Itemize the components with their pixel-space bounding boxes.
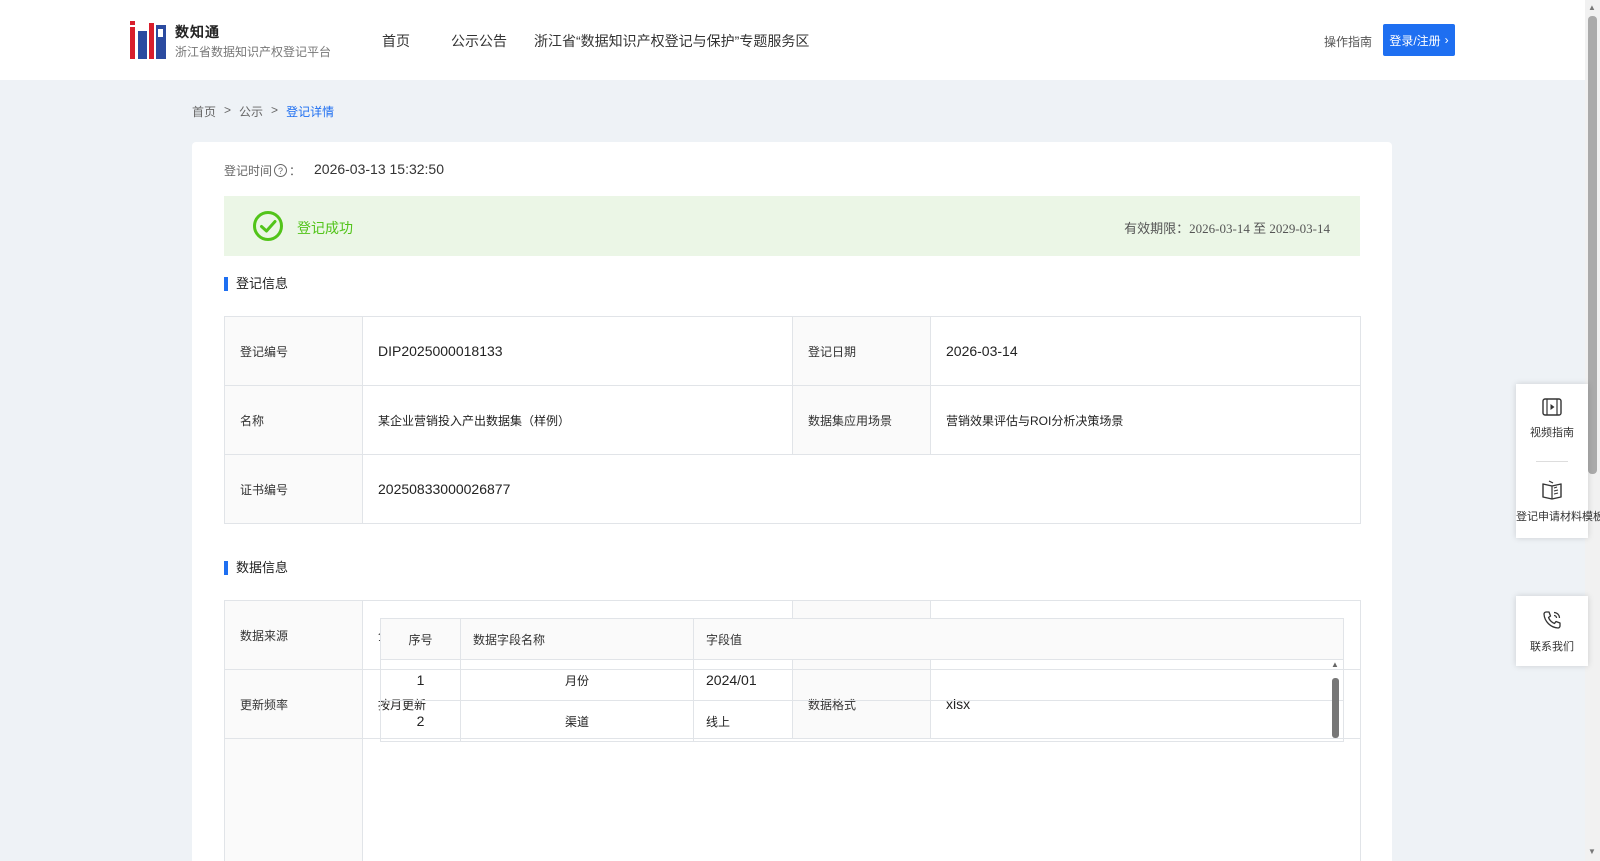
cell-label: 证书编号 (224, 454, 363, 524)
field-name: 渠道 (460, 700, 694, 742)
registration-info-table: 登记编号 DIP2025000018133 登记日期 2026-03-14 名称… (224, 316, 1361, 524)
contact-us-label: 联系我们 (1530, 641, 1574, 653)
nav-special-zone[interactable]: 浙江省“数据知识产权登记与保护”专题服务区 (534, 31, 809, 51)
fields-table-wrapper: 序号 数据字段名称 字段值 1 月份 2024/01 2 渠道 线上 ▲ (380, 618, 1344, 861)
breadcrumb-separator: > (224, 103, 232, 117)
scrollbar-thumb[interactable] (1588, 16, 1597, 474)
registration-time-label-text: 登记时间 (224, 164, 273, 178)
breadcrumb: 首页 > 公示 > 登记详情 (192, 103, 334, 120)
section-title-data: 数据信息 (224, 561, 288, 575)
registration-time-label: 登记时间 ? ： (224, 162, 301, 179)
logo-subtitle: 浙江省数据知识产权登记平台 (175, 45, 332, 59)
table-row: 1 月份 2024/01 (380, 659, 1344, 701)
breadcrumb-separator: > (271, 103, 279, 117)
breadcrumb-public[interactable]: 公示 (239, 103, 263, 120)
cell-label: 登记日期 (792, 316, 931, 386)
column-header: 数据字段名称 (460, 618, 694, 660)
breadcrumb-home[interactable]: 首页 (192, 103, 216, 120)
column-header: 字段值 (693, 618, 1344, 660)
status-banner: 登记成功 有效期限：2026-03-14 至 2029-03-14 (224, 196, 1360, 256)
scroll-up-icon[interactable]: ▲ (1588, 3, 1596, 12)
contact-us-button[interactable]: 联系我们 (1516, 610, 1588, 654)
fields-table: 序号 数据字段名称 字段值 1 月份 2024/01 2 渠道 线上 (380, 618, 1344, 742)
contact-panel: 联系我们 (1516, 596, 1588, 666)
book-icon (1542, 480, 1562, 500)
cell-value: 某企业营销投入产出数据集（样例） (362, 385, 793, 455)
scroll-down-icon[interactable]: ▼ (1588, 847, 1596, 856)
scroll-up-icon[interactable]: ▲ (1331, 660, 1339, 669)
valid-period: 有效期限：2026-03-14 至 2029-03-14 (1124, 221, 1330, 236)
cell-label (224, 738, 363, 861)
check-circle-icon (253, 211, 283, 241)
row-number: 2 (380, 700, 461, 742)
status-text: 登记成功 (297, 220, 353, 236)
field-name: 月份 (460, 659, 694, 701)
nav-announcements[interactable]: 公示公告 (451, 31, 507, 51)
field-value: 线上 (693, 700, 1344, 742)
chevron-right-icon: › (1444, 33, 1449, 47)
table-row: 证书编号 20250833000026877 (224, 454, 1361, 524)
template-download-button[interactable]: 登记申请材料模板 (1516, 480, 1600, 524)
video-icon (1542, 398, 1562, 416)
cell-label: 登记编号 (224, 316, 363, 386)
row-number: 1 (380, 659, 461, 701)
table-row: 名称 某企业营销投入产出数据集（样例） 数据集应用场景 营销效果评估与ROI分析… (224, 385, 1361, 455)
cell-label: 数据来源 (224, 600, 363, 670)
cell-value: 2026-03-14 (930, 316, 1361, 386)
fields-scrollbar[interactable]: ▲ (1328, 660, 1342, 740)
cell-label: 数据集应用场景 (792, 385, 931, 455)
question-help-icon[interactable]: ? (274, 164, 288, 177)
cell-label: 更新频率 (224, 669, 363, 739)
video-guide-label: 视频指南 (1530, 427, 1574, 439)
colon: ： (289, 164, 302, 178)
fields-header-row: 序号 数据字段名称 字段值 (380, 618, 1344, 660)
registration-time-value: 2026-03-13 15:32:50 (314, 161, 444, 177)
video-guide-button[interactable]: 视频指南 (1516, 398, 1588, 440)
table-row: 2 渠道 线上 (380, 700, 1344, 742)
cell-label: 名称 (224, 385, 363, 455)
header-guide-link[interactable]: 操作指南 (1324, 33, 1372, 50)
floating-side-panel: 视频指南 登记申请材料模板 (1516, 384, 1600, 538)
table-row: 登记编号 DIP2025000018133 登记日期 2026-03-14 (224, 316, 1361, 386)
section-title-registration: 登记信息 (224, 277, 288, 291)
site-logo[interactable]: 数知通 浙江省数据知识产权登记平台 (130, 21, 345, 61)
logo-title: 数知通 (175, 24, 220, 40)
divider (1536, 461, 1568, 462)
login-register-button[interactable]: 登录/注册 › (1383, 24, 1455, 56)
column-header: 序号 (380, 618, 461, 660)
login-button-label: 登录/注册 (1389, 33, 1441, 48)
cell-value: 营销效果评估与ROI分析决策场景 (930, 385, 1361, 455)
phone-icon (1543, 611, 1561, 629)
cell-value: 20250833000026877 (362, 454, 1361, 524)
nav-home[interactable]: 首页 (382, 31, 410, 51)
breadcrumb-current: 登记详情 (286, 105, 335, 119)
top-header: 数知通 浙江省数据知识产权登记平台 首页 公示公告 浙江省“数据知识产权登记与保… (0, 0, 1585, 80)
template-download-label: 登记申请材料模板 (1516, 511, 1600, 523)
field-value: 2024/01 (693, 659, 1344, 701)
cell-value: DIP2025000018133 (362, 316, 793, 386)
logo-mark-icon (130, 21, 166, 59)
scrollbar-thumb[interactable] (1332, 678, 1339, 738)
